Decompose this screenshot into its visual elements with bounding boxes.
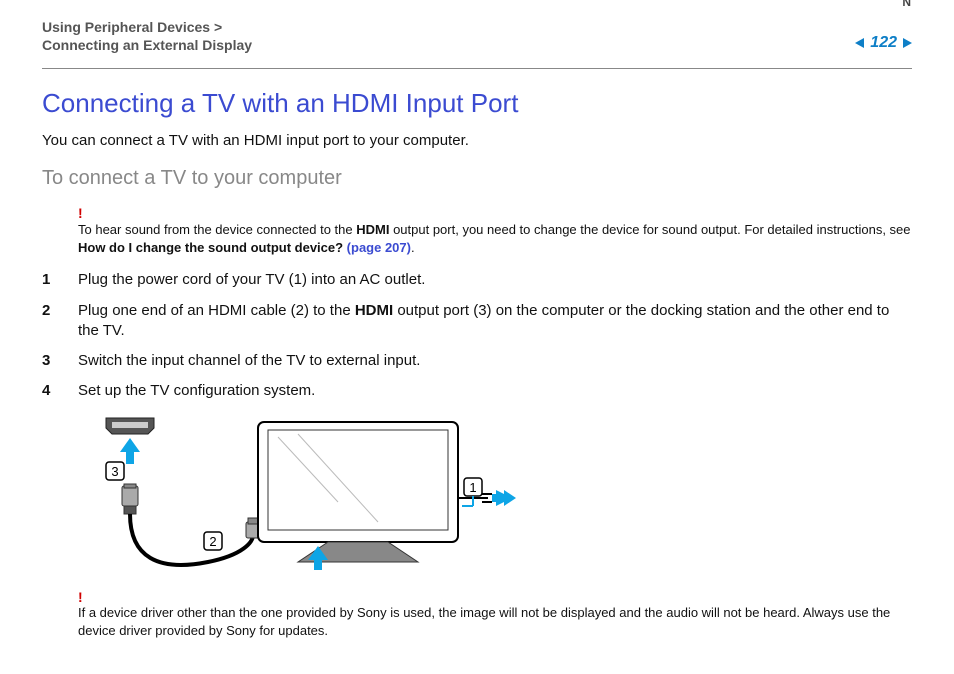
page: N Using Peripheral Devices > Connecting … xyxy=(0,0,954,674)
n-label: N xyxy=(902,0,912,10)
steps-list: 1 Plug the power cord of your TV (1) int… xyxy=(42,270,912,401)
content: Connecting a TV with an HDMI Input Port … xyxy=(42,86,912,640)
header: Using Peripheral Devices > Connecting an… xyxy=(42,18,912,69)
step-num: 4 xyxy=(42,381,50,401)
note-text-pre: To hear sound from the device connected … xyxy=(78,222,356,237)
next-page-icon[interactable] xyxy=(903,38,912,48)
step-num: 3 xyxy=(42,351,50,371)
page-title: Connecting a TV with an HDMI Input Port xyxy=(42,86,912,121)
step-1: 1 Plug the power cord of your TV (1) int… xyxy=(42,270,912,290)
callout-2: 2 xyxy=(204,532,222,550)
diagram-svg: 3 2 xyxy=(78,412,518,582)
prev-page-icon[interactable] xyxy=(855,38,864,48)
hdmi-port-icon xyxy=(106,418,154,434)
note-text-post: . xyxy=(411,240,415,255)
note-driver: ! If a device driver other than the one … xyxy=(78,588,912,640)
step-text-pre: Plug one end of an HDMI cable (2) to the xyxy=(78,302,355,319)
arrow-right-icon xyxy=(492,490,516,506)
svg-text:3: 3 xyxy=(111,464,118,479)
breadcrumb: Using Peripheral Devices > Connecting an… xyxy=(42,18,912,54)
intro-text: You can connect a TV with an HDMI input … xyxy=(42,131,912,151)
hdmi-cable-icon xyxy=(130,514,253,565)
note-driver-text: If a device driver other than the one pr… xyxy=(78,605,890,638)
step-text: Plug the power cord of your TV (1) into … xyxy=(78,271,425,288)
step-bold: HDMI xyxy=(355,302,393,319)
step-num: 2 xyxy=(42,301,50,321)
svg-text:1: 1 xyxy=(469,480,476,495)
breadcrumb-line1: Using Peripheral Devices > xyxy=(42,19,222,35)
hdmi-connector-icon xyxy=(122,484,138,514)
page-number: 122 xyxy=(870,32,897,54)
step-2: 2 Plug one end of an HDMI cable (2) to t… xyxy=(42,301,912,342)
callout-1: 1 xyxy=(462,478,482,506)
figure-hdmi-tv: 3 2 xyxy=(78,412,518,582)
warning-icon: ! xyxy=(78,204,912,223)
note-sound: ! To hear sound from the device connecte… xyxy=(78,204,912,256)
note-bold-question: How do I change the sound output device? xyxy=(78,240,347,255)
step-4: 4 Set up the TV configuration system. xyxy=(42,381,912,401)
step-3: 3 Switch the input channel of the TV to … xyxy=(42,351,912,371)
step-text: Set up the TV configuration system. xyxy=(78,382,315,399)
step-text: Switch the input channel of the TV to ex… xyxy=(78,352,420,369)
warning-icon: ! xyxy=(78,588,912,607)
step-num: 1 xyxy=(42,270,50,290)
tv-icon xyxy=(258,422,458,562)
note-text-mid: output port, you need to change the devi… xyxy=(389,222,910,237)
page-number-nav: 122 xyxy=(855,32,912,54)
callout-3: 3 xyxy=(106,462,124,480)
arrow-up-icon xyxy=(120,438,140,464)
note-link[interactable]: (page 207) xyxy=(347,240,411,255)
svg-text:2: 2 xyxy=(209,534,216,549)
subtitle: To connect a TV to your computer xyxy=(42,165,912,192)
breadcrumb-line2: Connecting an External Display xyxy=(42,37,252,53)
note-bold-hdmi: HDMI xyxy=(356,222,389,237)
